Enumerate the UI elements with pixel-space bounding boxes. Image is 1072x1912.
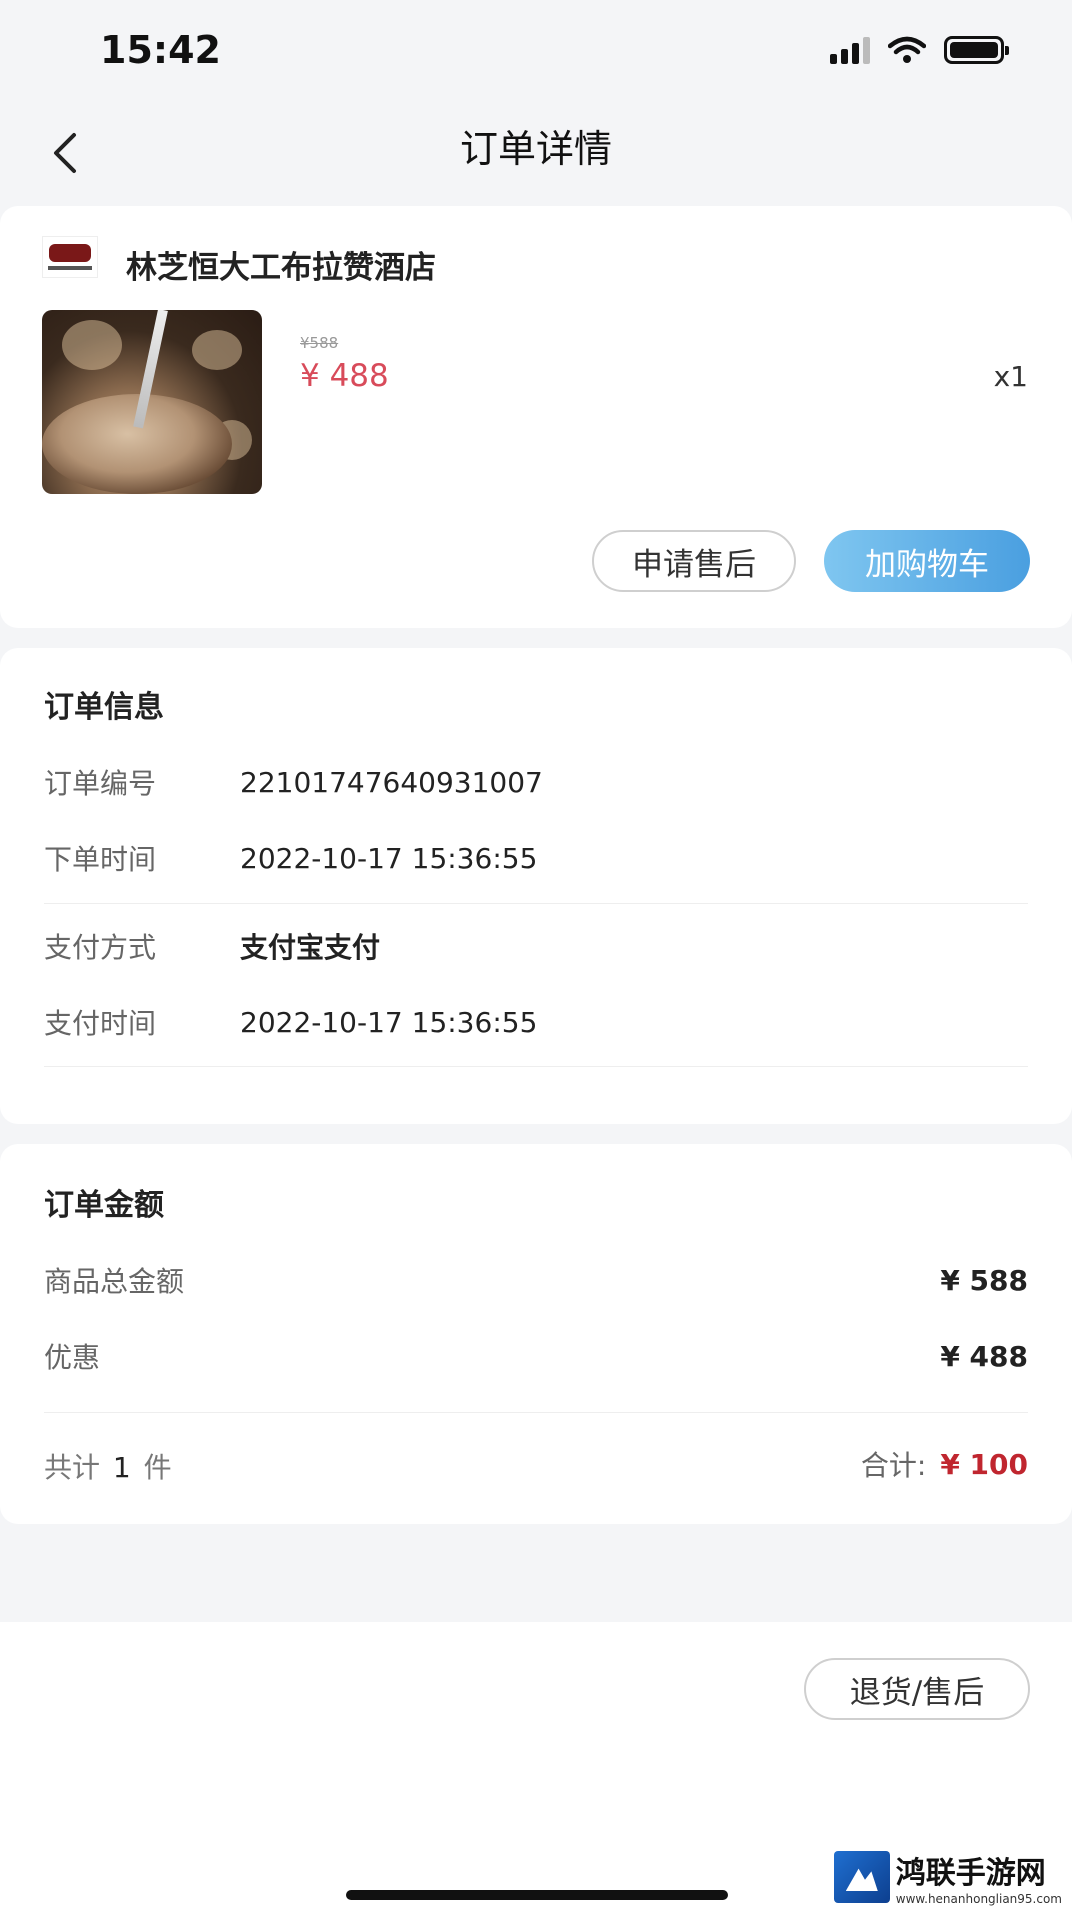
- home-indicator[interactable]: [346, 1890, 728, 1900]
- count-value: 1: [112, 1451, 131, 1484]
- order-amount-title: 订单金额: [44, 1188, 164, 1223]
- watermark: 鸿联手游网 www.henanhonglian95.com: [833, 1848, 1062, 1906]
- discount-value: ¥ 488: [940, 1339, 1028, 1373]
- product-image[interactable]: [42, 310, 262, 494]
- row-label: 订单编号: [44, 767, 157, 800]
- payment-method-row: 支付方式 支付宝支付: [44, 926, 1028, 966]
- status-bar: 15:42: [0, 0, 1072, 100]
- row-label: 优惠: [44, 1341, 101, 1374]
- signal-icon: [830, 36, 870, 64]
- item-count: 共计 1 件: [44, 1446, 172, 1486]
- total-label: 合计:: [860, 1449, 927, 1482]
- order-amount-card: 订单金额 商品总金额 ¥ 588 优惠 ¥ 488 共计 1 件 合计: ¥ 1…: [0, 1144, 1072, 1524]
- order-info-card: 订单信息 订单编号 22101747640931007 下单时间 2022-10…: [0, 648, 1072, 1124]
- divider: [44, 903, 1028, 904]
- status-time: 15:42: [100, 28, 221, 72]
- goods-total-row: 商品总金额 ¥ 588: [44, 1260, 1028, 1300]
- add-to-cart-button[interactable]: 加购物车: [824, 530, 1030, 592]
- product-card: 林芝恒大工布拉赞酒店 ¥588 ¥ 488 x1 申请售后 加购物车: [0, 206, 1072, 628]
- discount-row: 优惠 ¥ 488: [44, 1336, 1028, 1376]
- payment-method: 支付宝支付: [240, 931, 381, 964]
- store-name[interactable]: 林芝恒大工布拉赞酒店: [126, 242, 436, 287]
- count-prefix: 共计: [44, 1451, 101, 1484]
- store-logo: [42, 236, 98, 278]
- payment-time: 2022-10-17 15:36:55: [240, 1005, 538, 1039]
- page-title: 订单详情: [459, 127, 612, 171]
- battery-icon: [944, 36, 1009, 64]
- goods-total-value: ¥ 588: [940, 1263, 1028, 1297]
- total-value: ¥ 100: [940, 1447, 1028, 1481]
- order-time: 2022-10-17 15:36:55: [240, 841, 538, 875]
- quantity: x1: [993, 360, 1028, 393]
- wifi-icon: [888, 36, 926, 63]
- original-price: ¥588: [300, 334, 339, 352]
- row-label: 下单时间: [44, 843, 157, 876]
- status-icons: [830, 36, 1009, 64]
- order-number-row: 订单编号 22101747640931007: [44, 762, 1028, 802]
- grand-total: 合计: ¥ 100: [861, 1444, 1028, 1484]
- row-label: 支付方式: [44, 931, 157, 964]
- return-after-sale-button[interactable]: 退货/售后: [804, 1658, 1030, 1720]
- order-info-title: 订单信息: [44, 690, 164, 725]
- watermark-logo-icon: [833, 1851, 890, 1903]
- order-number: 22101747640931007: [240, 765, 543, 799]
- watermark-url: www.henanhonglian95.com: [895, 1892, 1062, 1906]
- order-time-row: 下单时间 2022-10-17 15:36:55: [44, 838, 1028, 878]
- nav-bar: 订单详情: [0, 100, 1072, 206]
- sale-price: ¥ 488: [300, 358, 389, 394]
- count-suffix: 件: [143, 1451, 172, 1484]
- row-label: 支付时间: [44, 1007, 157, 1040]
- row-label: 商品总金额: [44, 1265, 185, 1298]
- divider: [44, 1066, 1028, 1067]
- apply-after-sale-button[interactable]: 申请售后: [592, 530, 796, 592]
- payment-time-row: 支付时间 2022-10-17 15:36:55: [44, 1002, 1028, 1042]
- divider: [44, 1412, 1028, 1413]
- watermark-name: 鸿联手游网: [895, 1856, 1046, 1891]
